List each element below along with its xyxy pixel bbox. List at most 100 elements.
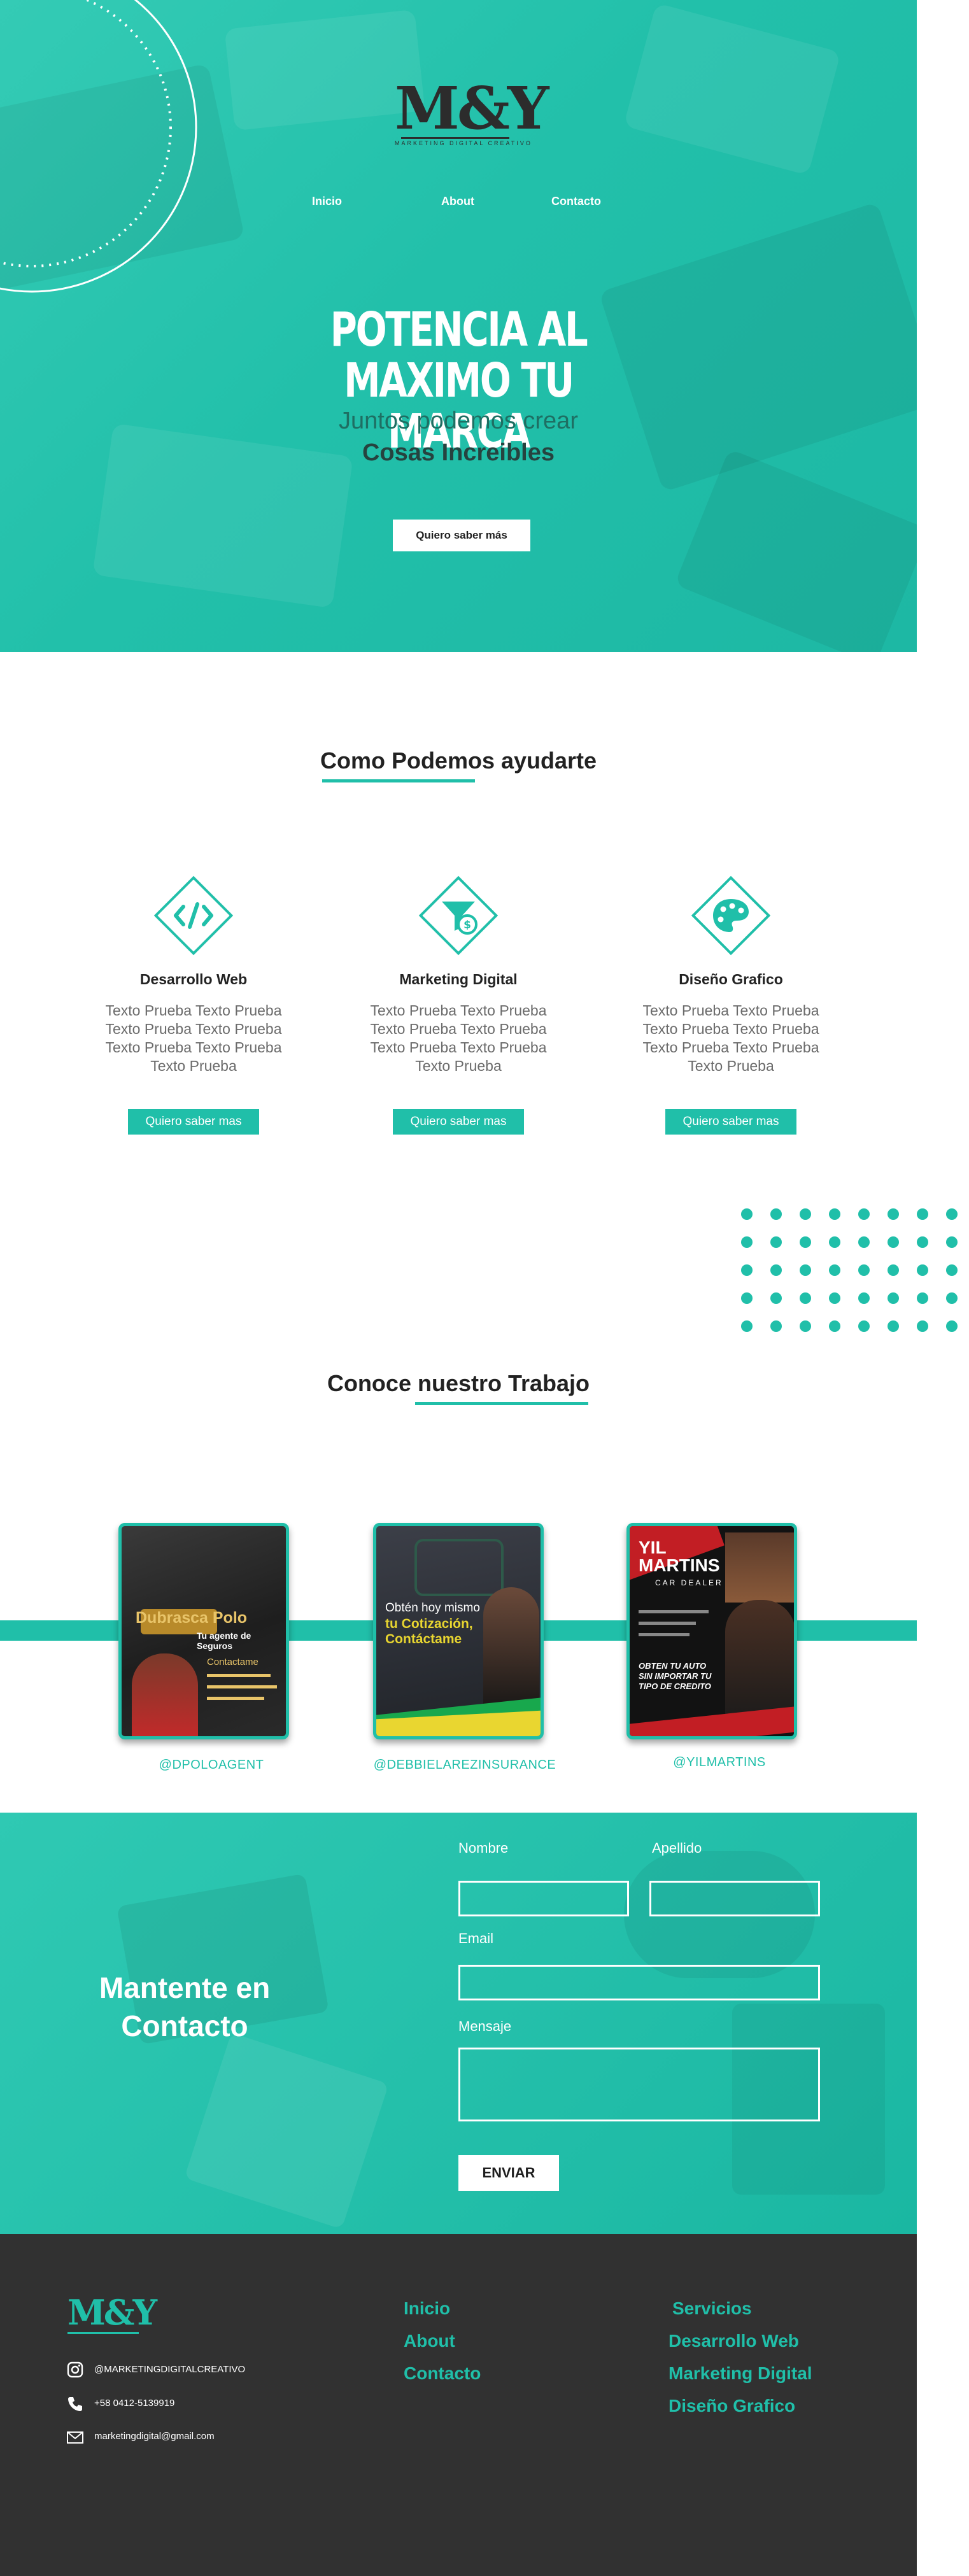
card-sub-dpolo: Tu agente de Seguros (197, 1631, 251, 1651)
card-portrait-dpolo (132, 1653, 198, 1736)
card-sub-debbie: tu Cotización, (385, 1617, 473, 1631)
footer-service-web[interactable]: Desarrollo Web (668, 2331, 799, 2351)
services-title-underline (322, 779, 475, 782)
nav-item-about[interactable]: About (441, 195, 474, 208)
decorative-dot (741, 1208, 753, 1220)
work-handle-yil[interactable]: @YILMARTINS (624, 1755, 815, 1770)
card-title-dpolo: Dubrasca Polo (136, 1609, 248, 1627)
footer-logo-underline (67, 2332, 139, 2334)
logo-text: M&Y (395, 74, 549, 143)
work-card-debbie[interactable]: Obtén hoy mismo tu Cotización, Contáctam… (373, 1523, 544, 1739)
hero-title-line1: POTENCIA AL (330, 302, 588, 357)
decorative-dot (917, 1320, 928, 1332)
contact-title-line1: Mantente en (99, 1971, 271, 2004)
decorative-circles (0, 0, 197, 293)
footer-service-design[interactable]: Diseño Grafico (668, 2396, 795, 2416)
footer-instagram[interactable]: @MARKETINGDIGITALCREATIVO (94, 2364, 245, 2375)
footer-email[interactable]: marketingdigital@gmail.com (94, 2431, 215, 2442)
service-button-design[interactable]: Quiero saber mas (665, 1109, 796, 1135)
decorative-dot (770, 1208, 782, 1220)
card-title-yil: YIL MARTINS (639, 1538, 720, 1575)
decorative-dot (829, 1236, 840, 1248)
header-logo[interactable]: M&Y MARKETING DIGITAL CREATIVO (395, 74, 549, 146)
decorative-dot (770, 1264, 782, 1276)
send-button[interactable]: ENVIAR (458, 2155, 559, 2191)
code-icon (153, 875, 234, 956)
decorative-dot (946, 1264, 958, 1276)
decorative-dot (946, 1292, 958, 1304)
decorative-dot (888, 1236, 899, 1248)
service-button-web[interactable]: Quiero saber mas (128, 1109, 259, 1135)
decorative-dot (770, 1320, 782, 1332)
label-email: Email (458, 1930, 494, 1946)
decorative-dot (800, 1320, 811, 1332)
label-nombre: Nombre (458, 1840, 509, 1856)
footer-services-title: Servicios (672, 2298, 752, 2318)
service-button-marketing[interactable]: Quiero saber mas (393, 1109, 524, 1135)
decorative-dot (917, 1264, 928, 1276)
nombre-input[interactable] (458, 1881, 629, 1916)
hero-subtitle: Juntos podemos crear (339, 407, 578, 434)
work-card-dpolo[interactable]: Dubrasca Polo Tu agente de Seguros Conta… (118, 1523, 289, 1739)
decorative-dot (741, 1236, 753, 1248)
decorative-dot (858, 1236, 870, 1248)
decorative-dot (741, 1320, 753, 1332)
service-text-design: Texto Prueba Texto Prueba Texto Prueba T… (642, 1002, 819, 1074)
work-title-underline (415, 1402, 588, 1405)
service-text-marketing: Texto Prueba Texto Prueba Texto Prueba T… (370, 1002, 547, 1074)
phone-icon[interactable] (66, 2395, 84, 2413)
card-extra-yil: OBTEN TU AUTO SIN IMPORTAR TU TIPO DE CR… (639, 1661, 712, 1691)
footer-service-marketing[interactable]: Marketing Digital (668, 2363, 812, 2384)
decorative-dot (917, 1236, 928, 1248)
card-portrait-debbie (483, 1587, 539, 1715)
footer-logo[interactable]: M&Y (67, 2292, 157, 2333)
apellido-input[interactable] (649, 1881, 820, 1916)
decorative-dot (741, 1264, 753, 1276)
service-text-web: Texto Prueba Texto Prueba Texto Prueba T… (105, 1002, 282, 1074)
nav-item-inicio[interactable]: Inicio (312, 195, 342, 208)
decorative-dot (888, 1320, 899, 1332)
decorative-dot (858, 1292, 870, 1304)
email-icon[interactable] (66, 2428, 84, 2446)
services-title: Como Podemos ayudarte (320, 747, 597, 774)
hero-subtitle-bold: Cosas Increibles (362, 439, 555, 466)
decorative-dot (917, 1292, 928, 1304)
decorative-dot (829, 1292, 840, 1304)
service-name-design: Diseño Grafico (679, 971, 783, 987)
footer-link-about[interactable]: About (404, 2331, 455, 2351)
decorative-dot (946, 1208, 958, 1220)
card-extra-dpolo: Contactame (207, 1657, 258, 1667)
footer-phone[interactable]: +58 0412-5139919 (94, 2398, 174, 2409)
nav-item-contacto[interactable]: Contacto (551, 195, 601, 208)
label-mensaje: Mensaje (458, 2018, 512, 2034)
decorative-dot (829, 1320, 840, 1332)
work-card-yil[interactable]: YIL MARTINS CAR DEALER OBTEN TU AUTO SIN… (626, 1523, 797, 1739)
work-handle-dpolo[interactable]: @DPOLOAGENT (116, 1758, 307, 1773)
decorative-dot (770, 1292, 782, 1304)
decorative-dot (829, 1208, 840, 1220)
palette-icon (691, 875, 771, 956)
work-title: Conoce nuestro Trabajo (327, 1370, 590, 1396)
work-handle-debbie[interactable]: @DEBBIELAREZINSURANCE (369, 1758, 560, 1773)
email-input[interactable] (458, 1965, 820, 2000)
contact-title-line2: Contacto (121, 2009, 248, 2042)
mensaje-textarea[interactable] (458, 2048, 820, 2121)
decorative-dot (800, 1236, 811, 1248)
footer-link-inicio[interactable]: Inicio (404, 2298, 450, 2319)
decorative-dot (800, 1292, 811, 1304)
decorative-dot (858, 1264, 870, 1276)
card-extra-debbie: Contáctame (385, 1632, 462, 1646)
decorative-dot (888, 1208, 899, 1220)
footer-link-contacto[interactable]: Contacto (404, 2363, 481, 2384)
service-name-web: Desarrollo Web (139, 971, 248, 987)
funnel-money-icon: $ (418, 875, 499, 956)
logo-tagline: MARKETING DIGITAL CREATIVO (395, 140, 532, 146)
instagram-icon[interactable] (66, 2361, 84, 2379)
contact-title: Mantente en Contacto (76, 1969, 293, 2045)
decorative-dot (946, 1320, 958, 1332)
card-sub-yil: CAR DEALER (655, 1578, 723, 1587)
decorative-dot (888, 1292, 899, 1304)
decorative-dot (858, 1208, 870, 1220)
hero-cta-button[interactable]: Quiero saber más (393, 520, 530, 551)
decorative-dot (800, 1208, 811, 1220)
